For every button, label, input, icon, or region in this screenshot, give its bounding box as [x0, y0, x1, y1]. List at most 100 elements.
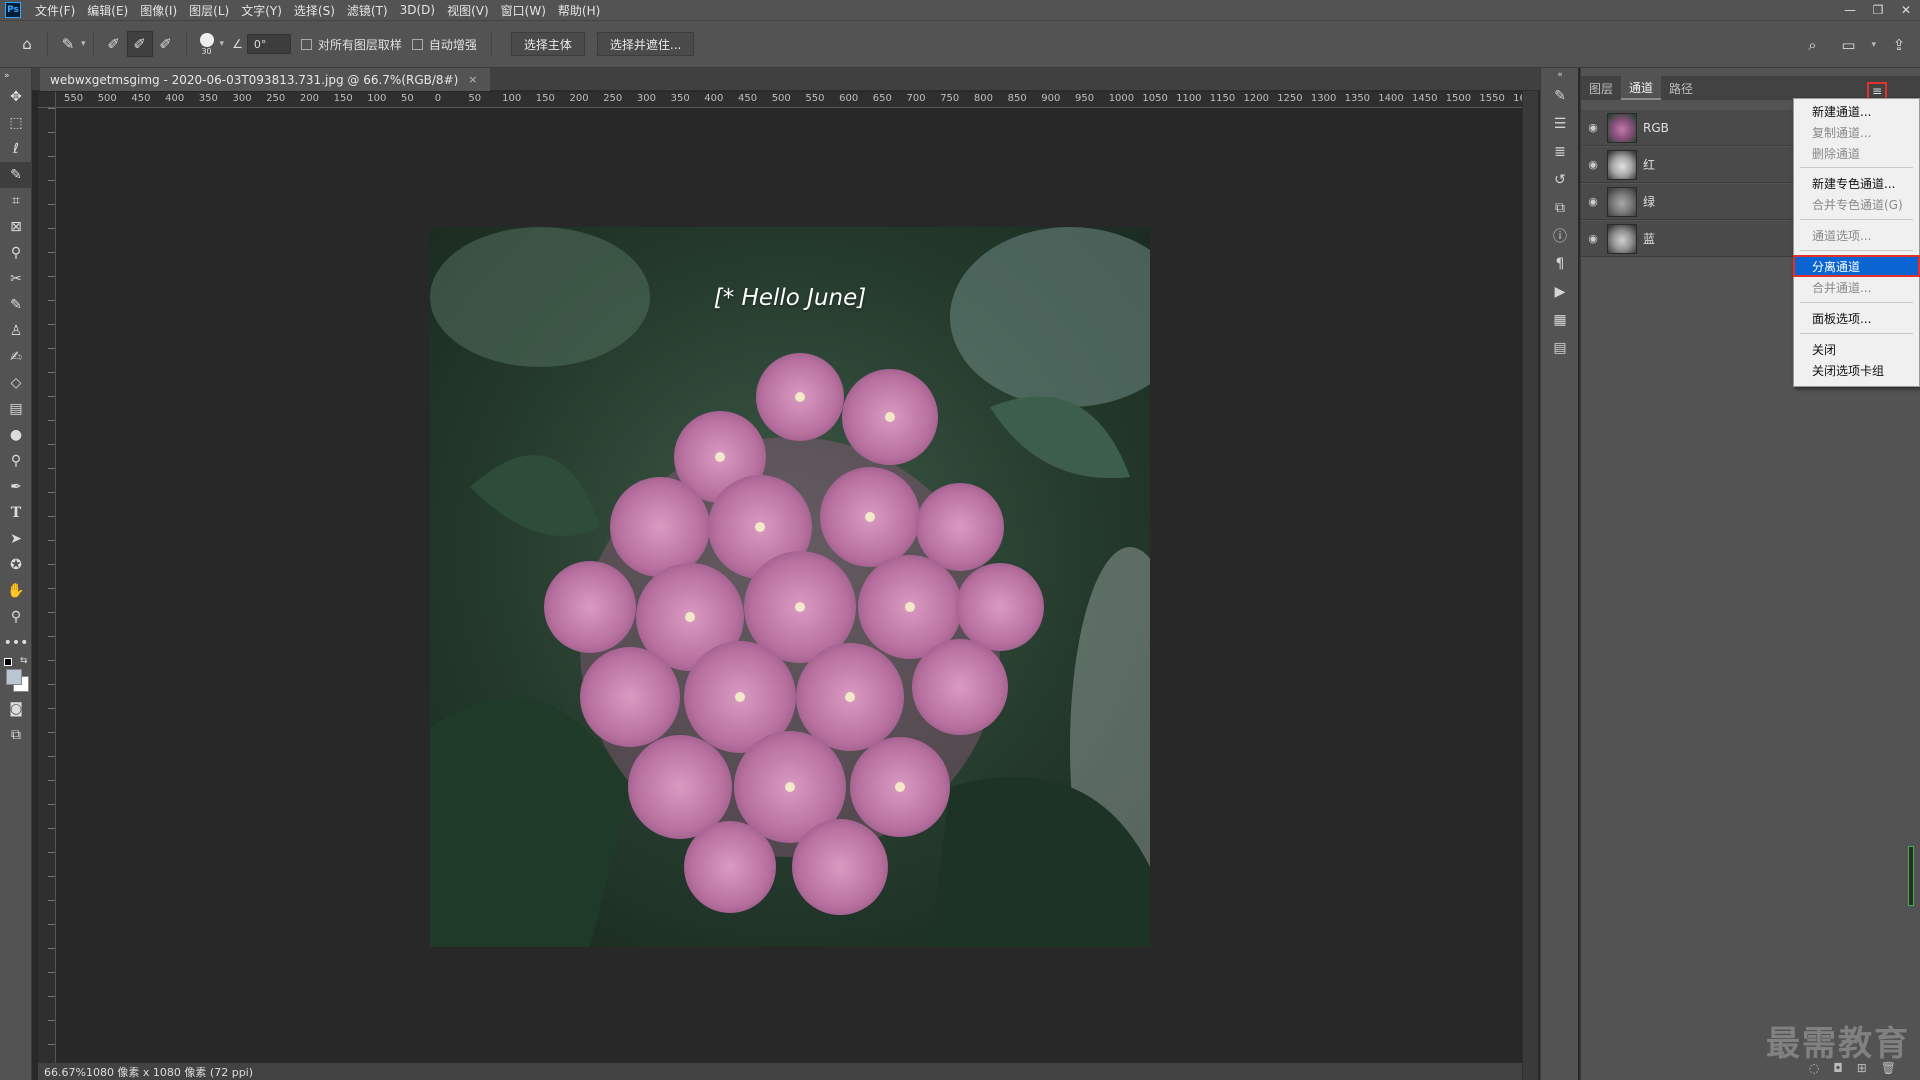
auto-enhance-checkbox[interactable] [411, 38, 423, 50]
subtract-selection-brush-icon[interactable]: ✐ [153, 31, 179, 57]
menu-item-delete-channel[interactable]: 删除通道 [1794, 143, 1919, 163]
adjustments-icon[interactable]: ☰ [1541, 110, 1579, 138]
horizontal-ruler[interactable]: 550 500 450 400 350 300 250 200 150 100 50 0 50 100 15… [56, 92, 1522, 108]
history-icon[interactable]: ↺ [1541, 166, 1579, 194]
panel-scrollbar[interactable] [1908, 846, 1914, 906]
document-tab[interactable]: webwxgetmsgimg - 2020-06-03T093813.731.j… [40, 68, 490, 91]
add-to-selection-brush-icon[interactable]: ✐ [126, 31, 153, 57]
visibility-eye-icon[interactable]: ◉ [1581, 195, 1605, 208]
menu-item-new-spot-channel[interactable]: 新建专色通道... [1794, 173, 1919, 193]
select-subject-button[interactable]: 选择主体 [510, 32, 585, 56]
menu-item-channel-options[interactable]: 通道选项... [1794, 225, 1919, 245]
close-window-button[interactable]: ✕ [1892, 0, 1920, 20]
properties-icon[interactable]: ≣ [1541, 138, 1579, 166]
shape-tool-icon[interactable]: ✪ [0, 552, 32, 578]
canvas-scrollbar[interactable] [1522, 91, 1538, 1080]
brush-tool-icon[interactable]: ✎ [0, 292, 32, 318]
menu-item-duplicate-channel[interactable]: 复制通道... [1794, 122, 1919, 142]
menu-item-new-channel[interactable]: 新建通道... [1794, 101, 1919, 121]
menu-type[interactable]: 文字(Y) [235, 2, 288, 19]
menu-edit[interactable]: 编辑(E) [81, 2, 134, 19]
dodge-tool-icon[interactable]: ⚲ [0, 448, 32, 474]
move-tool-icon[interactable]: ✥ [0, 84, 32, 110]
menu-view[interactable]: 视图(V) [441, 2, 495, 19]
menu-image[interactable]: 图像(I) [134, 2, 183, 19]
actions-icon[interactable]: ▶ [1541, 278, 1579, 306]
pen-tool-icon[interactable]: ✒ [0, 474, 32, 500]
menu-item-merge-channels[interactable]: 合并通道... [1794, 277, 1919, 297]
eyedropper-tool-icon[interactable]: ⚲ [0, 240, 32, 266]
menu-3d[interactable]: 3D(D) [394, 3, 441, 17]
path-selection-tool-icon[interactable]: ➤ [0, 526, 32, 552]
menu-item-panel-options[interactable]: 面板选项... [1794, 308, 1919, 328]
sample-all-layers-checkbox[interactable] [300, 38, 312, 50]
canvas-area[interactable]: [* Hello June] [57, 109, 1521, 1063]
menu-file[interactable]: 文件(F) [29, 2, 81, 19]
menu-layer[interactable]: 图层(L) [183, 2, 235, 19]
hand-tool-icon[interactable]: ✋ [0, 578, 32, 604]
channel-row-red[interactable]: ◉ 红 [1581, 147, 1799, 183]
brush-size-picker[interactable]: 30 [194, 32, 220, 56]
restore-button[interactable]: ❐ [1864, 0, 1892, 20]
hydrangea-photo[interactable]: [* Hello June] [430, 227, 1150, 947]
chevron-down-icon[interactable]: ▾ [220, 39, 225, 49]
edit-toolbar-icon[interactable]: ••• [0, 630, 32, 656]
angle-input[interactable]: 0° [246, 34, 291, 54]
new-selection-brush-icon[interactable]: ✐ [101, 31, 127, 57]
channel-row-blue[interactable]: ◉ 蓝 [1581, 221, 1799, 257]
clone-stamp-tool-icon[interactable]: ♙ [0, 318, 32, 344]
foreground-color-swatch[interactable] [6, 669, 22, 685]
gradient-tool-icon[interactable]: ▤ [0, 396, 32, 422]
tool-preset-picker-icon[interactable]: ✎ [55, 31, 81, 57]
tab-paths[interactable]: 路径 [1661, 76, 1701, 100]
type-tool-icon[interactable]: T [0, 500, 32, 526]
channel-row-green[interactable]: ◉ 绿 [1581, 184, 1799, 220]
info-icon[interactable]: ⓘ [1541, 222, 1579, 250]
history-brush-tool-icon[interactable]: ✍ [0, 344, 32, 370]
color-swatches[interactable]: ⇆ [0, 656, 32, 696]
ruler-origin[interactable] [38, 92, 56, 108]
visibility-eye-icon[interactable]: ◉ [1581, 158, 1605, 171]
search-icon[interactable]: ⌕ [1799, 32, 1825, 58]
workspace-icon[interactable]: ▭ [1835, 32, 1861, 58]
menu-item-close-tab-group[interactable]: 关闭选项卡组 [1794, 360, 1919, 380]
quick-mask-icon[interactable]: ◙ [0, 696, 32, 722]
close-tab-icon[interactable]: × [468, 73, 477, 86]
healing-brush-tool-icon[interactable]: ✂ [0, 266, 32, 292]
collapse-panels-icon[interactable]: « [1541, 68, 1579, 82]
menu-filter[interactable]: 滤镜(T) [341, 2, 394, 19]
menu-help[interactable]: 帮助(H) [552, 2, 606, 19]
frame-tool-icon[interactable]: ⊠ [0, 214, 32, 240]
home-icon[interactable]: ⌂ [14, 31, 40, 57]
screen-mode-icon[interactable]: ⧉ [0, 722, 32, 748]
chevron-down-icon[interactable]: ▾ [1871, 40, 1876, 50]
select-and-mask-button[interactable]: 选择并遮住... [596, 32, 695, 56]
swap-colors-icon[interactable]: ⇆ [20, 656, 28, 666]
blur-tool-icon[interactable]: ● [0, 422, 32, 448]
channel-row-rgb[interactable]: ◉ RGB [1581, 110, 1799, 146]
brush-settings-icon[interactable]: ✎ [1541, 82, 1579, 110]
chevron-down-icon[interactable]: ▾ [81, 39, 86, 49]
collapse-icon[interactable]: » [0, 68, 32, 84]
tab-layers[interactable]: 图层 [1581, 76, 1621, 100]
marquee-tool-icon[interactable]: ⬚ [0, 110, 32, 136]
visibility-eye-icon[interactable]: ◉ [1581, 121, 1605, 134]
tab-channels[interactable]: 通道 [1621, 76, 1662, 100]
menu-window[interactable]: 窗口(W) [495, 2, 552, 19]
clone-source-icon[interactable]: ⧉ [1541, 194, 1579, 222]
vertical-ruler[interactable] [38, 108, 56, 1063]
libraries-icon[interactable]: ▦ [1541, 306, 1579, 334]
minimize-button[interactable]: — [1836, 0, 1864, 20]
paragraph-icon[interactable]: ¶ [1541, 250, 1579, 278]
menu-item-merge-spot-channel[interactable]: 合并专色通道(G) [1794, 194, 1919, 214]
default-colors-icon[interactable] [4, 658, 12, 666]
menu-item-close[interactable]: 关闭 [1794, 339, 1919, 359]
quick-selection-tool-icon[interactable]: ✎ [0, 162, 32, 188]
zoom-tool-icon[interactable]: ⚲ [0, 604, 32, 630]
visibility-eye-icon[interactable]: ◉ [1581, 232, 1605, 245]
menu-item-split-channels[interactable]: 分离通道 [1793, 255, 1920, 277]
menu-select[interactable]: 选择(S) [288, 2, 341, 19]
notes-icon[interactable]: ▤ [1541, 334, 1579, 362]
lasso-tool-icon[interactable]: ℓ [0, 136, 32, 162]
eraser-tool-icon[interactable]: ◇ [0, 370, 32, 396]
